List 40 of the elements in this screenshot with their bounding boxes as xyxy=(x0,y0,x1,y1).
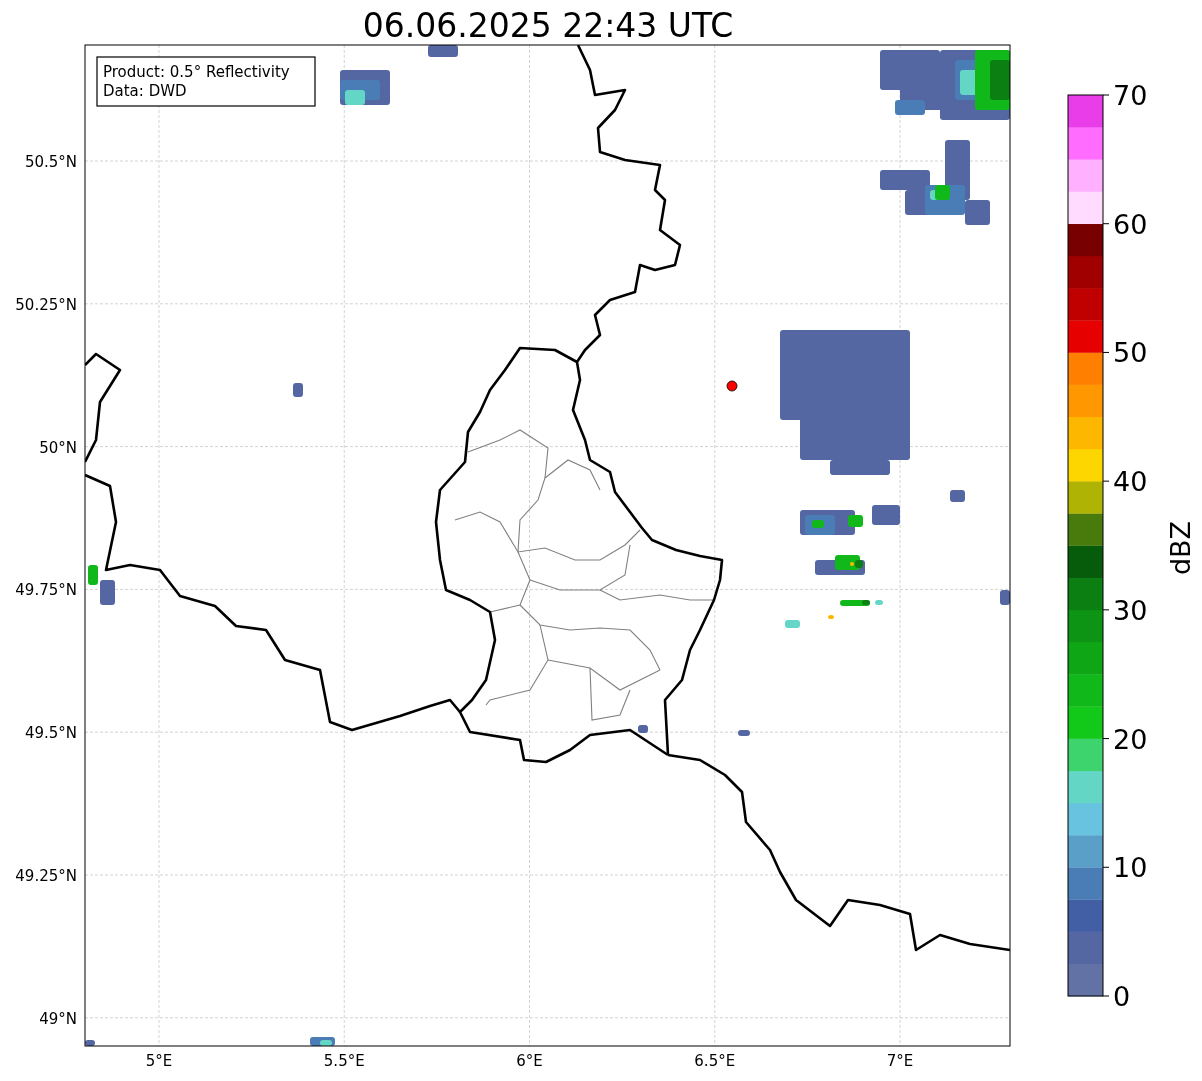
axis-tick-label: 50.5°N xyxy=(24,153,77,171)
axis-tick-label: 49°N xyxy=(39,1009,77,1028)
radar-echo xyxy=(950,490,965,502)
axis-tick-label: 50°N xyxy=(39,438,77,457)
axis-tick-label: 49.75°N xyxy=(15,581,77,600)
axis-tick-label: 6°E xyxy=(516,1052,543,1070)
axis-tick-label: 5.5°E xyxy=(323,1052,365,1070)
chart-title: 06.06.2025 22:43 UTC xyxy=(362,6,734,45)
colorbar-tick-label: 60 xyxy=(1113,208,1148,240)
axis-tick-label: 6.5°E xyxy=(694,1052,736,1070)
colorbar-tick-label: 40 xyxy=(1113,466,1148,498)
axis-tick-label: 49.25°N xyxy=(15,867,77,885)
colorbar-tick-label: 30 xyxy=(1113,594,1148,626)
colorbar-tick-label: 10 xyxy=(1113,852,1148,884)
legend-text: Data: DWD xyxy=(103,82,187,100)
radar-echo xyxy=(828,615,834,619)
colorbar-tick-label: 70 xyxy=(1113,80,1148,111)
radar-echo xyxy=(815,555,865,575)
radar-echo xyxy=(800,510,863,535)
radar-echo xyxy=(840,600,883,606)
colorbar-tick-label: 20 xyxy=(1113,723,1148,755)
radar-echo xyxy=(88,565,115,605)
radar-echo xyxy=(293,383,303,397)
station-marker xyxy=(726,380,738,392)
radar-echo xyxy=(638,725,648,733)
legend-text: Product: 0.5° Reflectivity xyxy=(103,63,290,81)
colorbar-tick-label: 0 xyxy=(1113,981,1131,1012)
colorbar-label: dBZ xyxy=(1165,520,1196,576)
radar-echo xyxy=(310,1037,335,1046)
radar-echo xyxy=(738,730,750,736)
radar-echo xyxy=(85,1040,95,1046)
axis-tick-label: 7°E xyxy=(886,1052,914,1070)
colorbar-tick-label: 50 xyxy=(1113,337,1148,369)
radar-echo xyxy=(340,70,390,105)
radar-echo xyxy=(872,505,900,525)
radar-echo xyxy=(1000,590,1010,605)
radar-echo xyxy=(785,620,800,628)
axis-tick-label: 49.5°N xyxy=(24,724,77,743)
axis-tick-label: 50.25°N xyxy=(15,295,77,314)
axis-tick-label: 5°E xyxy=(145,1052,173,1070)
